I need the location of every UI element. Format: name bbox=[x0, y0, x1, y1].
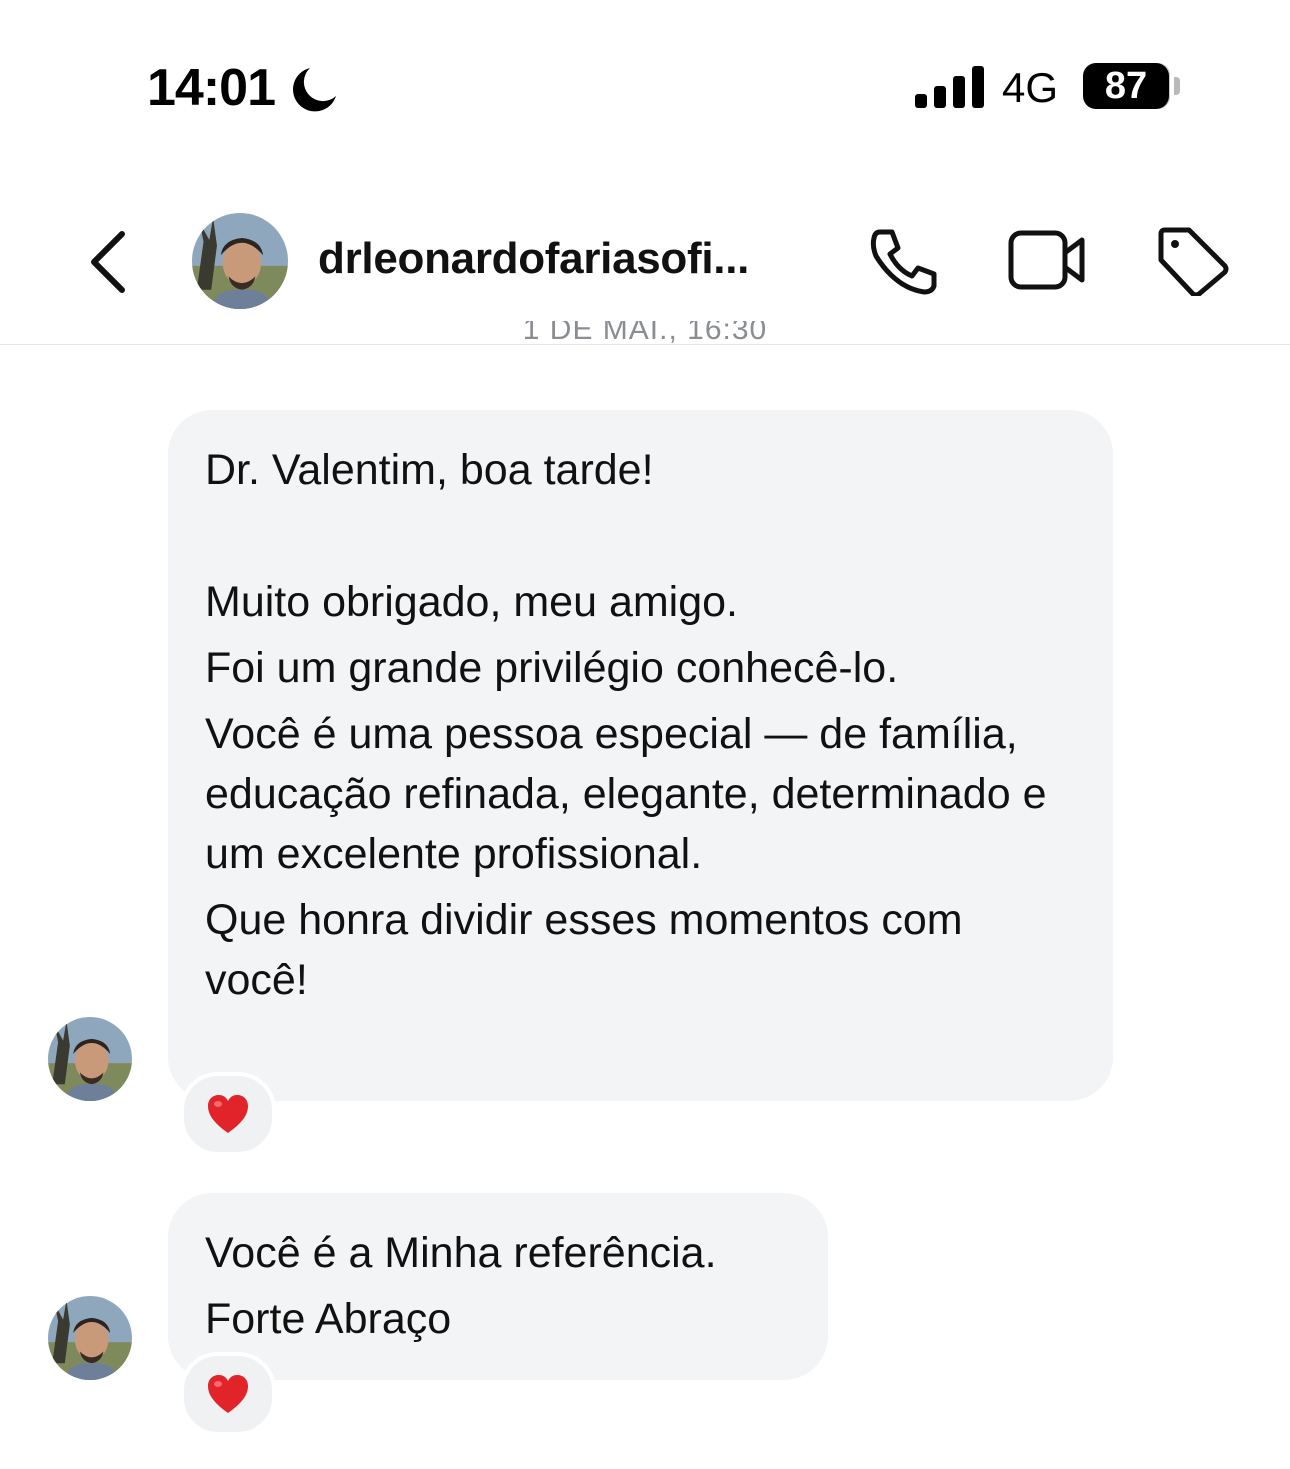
heart-icon bbox=[208, 1375, 248, 1413]
status-time: 14:01 bbox=[147, 59, 276, 117]
message-line: Forte Abraço bbox=[205, 1295, 452, 1343]
message-bubble[interactable]: Dr. Valentim, boa tarde! Muito obrigado,… bbox=[168, 410, 1113, 1101]
message-bubble[interactable]: Você é a Minha referência. Forte Abraço bbox=[168, 1193, 828, 1380]
message-line bbox=[205, 500, 1077, 572]
date-separator: 1 DE MAI., 16:30 bbox=[522, 321, 768, 345]
message-line: Foi um grande privilégio conhecê-lo. bbox=[205, 644, 899, 692]
heart-reaction[interactable] bbox=[180, 1072, 276, 1156]
phone-icon[interactable] bbox=[866, 226, 940, 296]
message-line: Você é a Minha referência. bbox=[205, 1229, 717, 1277]
heart-icon bbox=[208, 1095, 248, 1133]
back-chevron-icon[interactable] bbox=[86, 230, 130, 294]
avatar[interactable] bbox=[48, 1296, 132, 1380]
message-line: Que honra dividir esses momentos com voc… bbox=[205, 896, 963, 1004]
message-line: Muito obrigado, meu amigo. bbox=[205, 578, 739, 626]
network-type: 4G bbox=[1002, 64, 1059, 111]
avatar[interactable] bbox=[192, 213, 288, 309]
video-camera-icon[interactable] bbox=[1008, 230, 1088, 290]
message-line: Dr. Valentim, boa tarde! bbox=[205, 446, 654, 494]
avatar[interactable] bbox=[48, 1017, 132, 1101]
chat-username[interactable]: drleonardofariasofi... bbox=[318, 234, 749, 284]
tag-icon[interactable] bbox=[1155, 226, 1229, 296]
heart-reaction[interactable] bbox=[180, 1352, 276, 1436]
battery-icon: 87 bbox=[1083, 63, 1180, 109]
signal-bars-icon bbox=[915, 66, 984, 108]
moon-icon bbox=[293, 68, 336, 112]
message-line: Você é uma pessoa especial — de família,… bbox=[205, 710, 1047, 878]
